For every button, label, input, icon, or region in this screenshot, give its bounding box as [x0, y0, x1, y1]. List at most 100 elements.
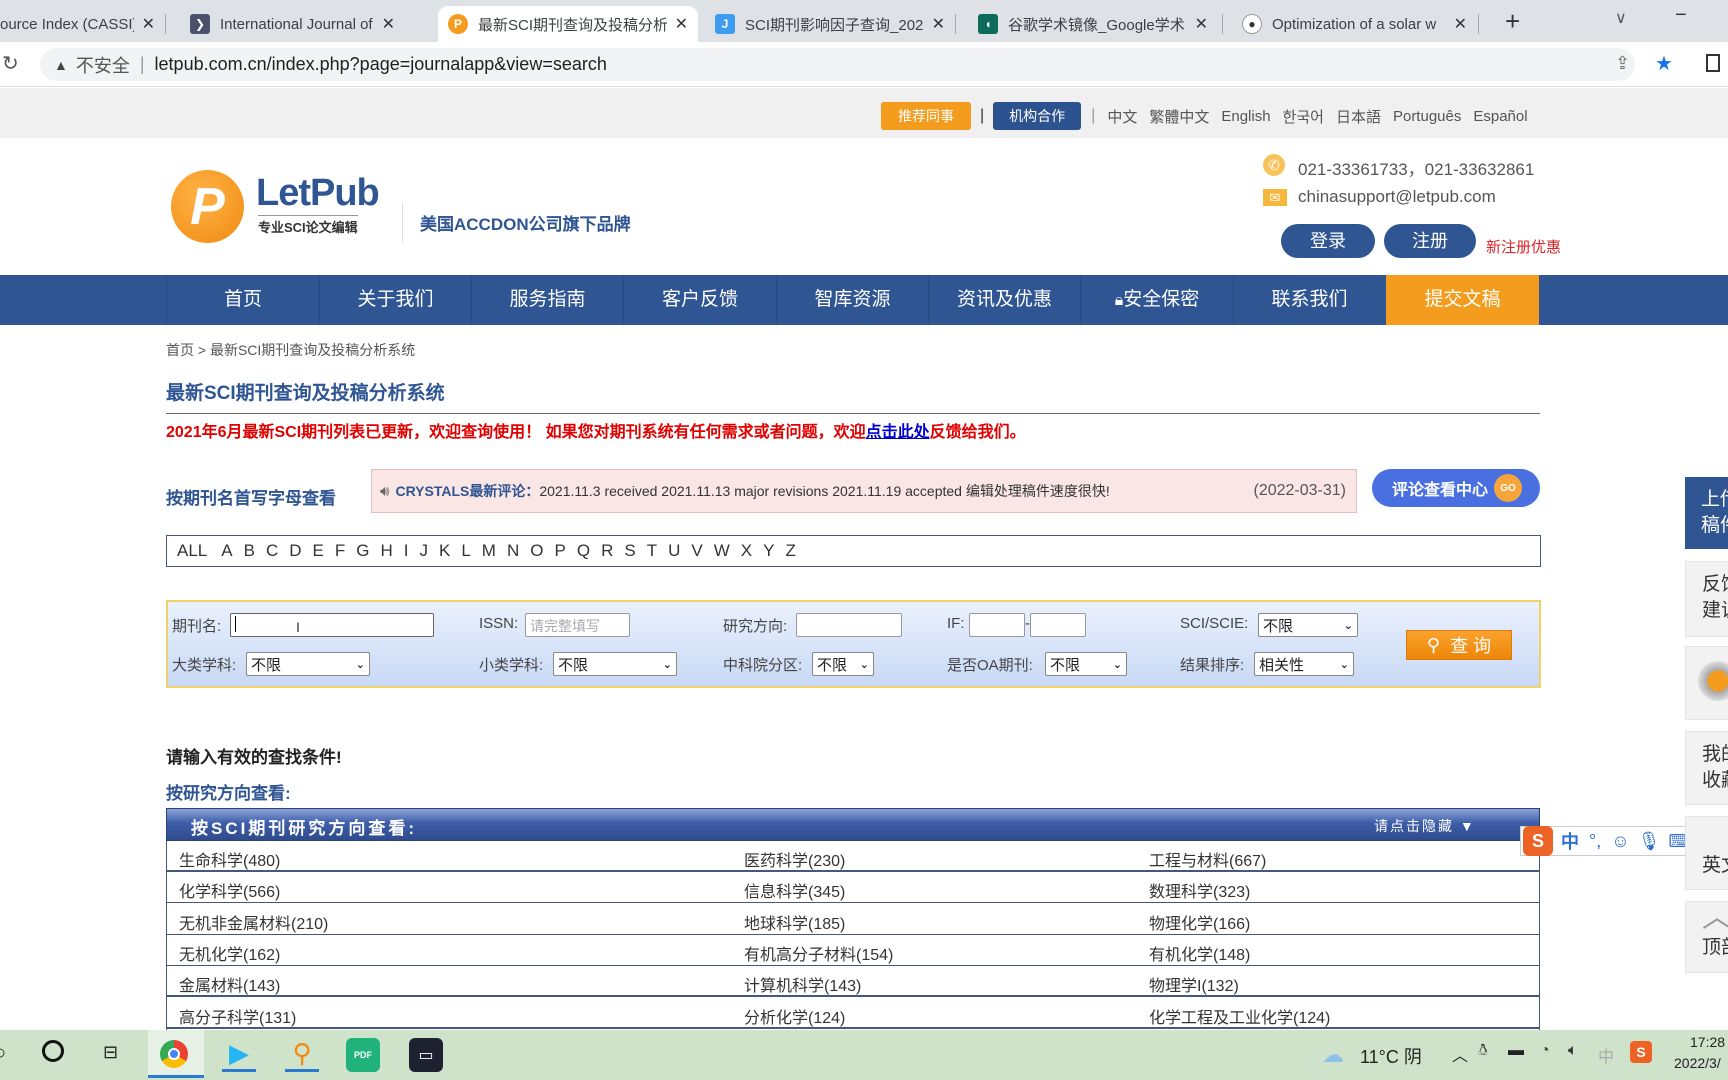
lang-ko[interactable]: 한국어: [1283, 106, 1324, 127]
search-app-icon[interactable]: ⚲: [285, 1038, 319, 1072]
research-field-link[interactable]: 工程与材料(667): [1149, 847, 1266, 871]
research-field-input[interactable]: [796, 613, 902, 637]
tab-international-journal[interactable]: ❯ International Journal of H ✕: [180, 6, 405, 42]
issn-input[interactable]: 请完整填写: [525, 613, 630, 637]
hide-toggle[interactable]: 请点击隐藏 ▼: [1374, 816, 1476, 836]
institution-cooperation-button[interactable]: 机构合作: [993, 102, 1082, 130]
research-field-link[interactable]: 有机化学(148): [1149, 941, 1250, 965]
side-favorites[interactable]: 我的收藏: [1685, 731, 1728, 805]
research-field-link[interactable]: 信息科学(345): [744, 878, 845, 902]
research-field-link[interactable]: 物理化学(166): [1149, 910, 1250, 934]
register-promo-link[interactable]: 新注册优惠: [1486, 236, 1561, 257]
letter-link-v[interactable]: V: [691, 541, 702, 561]
research-field-link[interactable]: 化学工程及工业化学(124): [1149, 1004, 1330, 1028]
volume-icon[interactable]: 🔈︎: [1568, 1042, 1578, 1060]
taskbar-chrome[interactable]: [148, 1030, 204, 1078]
side-feedback[interactable]: 反馈建议: [1685, 561, 1728, 637]
nav-customer-feedback[interactable]: 客户反馈: [623, 275, 776, 325]
cas-zone-select[interactable]: 不限 ⌄: [812, 652, 874, 676]
tab-optimization[interactable]: ● Optimization of a solar w ✕: [1232, 6, 1477, 42]
close-icon[interactable]: ✕: [1454, 14, 1467, 34]
oa-select[interactable]: 不限 ⌄: [1045, 652, 1127, 676]
letter-link-p[interactable]: P: [554, 541, 565, 561]
letter-link-q[interactable]: Q: [577, 541, 590, 561]
nav-home[interactable]: 首页: [166, 275, 319, 325]
tab-sci-impact[interactable]: J SCI期刊影响因子查询_2022 ✕: [705, 6, 955, 42]
letter-link-w[interactable]: W: [714, 541, 730, 561]
recommend-colleague-button[interactable]: 推荐同事: [881, 102, 971, 130]
nav-resources[interactable]: 智库资源: [776, 275, 928, 325]
weather-text[interactable]: 11°C 阴: [1360, 1043, 1422, 1069]
nav-news[interactable]: 资讯及优惠: [928, 275, 1080, 325]
lang-zh-tw[interactable]: 繁體中文: [1149, 106, 1209, 127]
letter-link-k[interactable]: K: [439, 541, 450, 561]
letter-link-i[interactable]: I: [404, 541, 409, 561]
breadcrumb-home[interactable]: 首页: [166, 342, 194, 358]
tab-cassi[interactable]: ource Index (CASSI) ✕: [0, 6, 165, 42]
close-icon[interactable]: ✕: [675, 14, 688, 34]
minimize-icon[interactable]: −: [1675, 4, 1687, 27]
letter-link-x[interactable]: X: [741, 541, 752, 561]
sogou-icon[interactable]: S: [1523, 826, 1553, 856]
qq-icon[interactable]: 🐧︎: [1478, 1042, 1488, 1062]
research-field-link[interactable]: 无机化学(162): [179, 941, 280, 965]
emoji-icon[interactable]: ☺: [1611, 831, 1629, 852]
tab-search-chevron-icon[interactable]: ∨: [1615, 8, 1627, 28]
if-min-input[interactable]: [969, 613, 1025, 637]
side-qr-code[interactable]: [1685, 646, 1728, 720]
letpub-logo-icon[interactable]: P: [171, 170, 244, 243]
sogou-tray-icon[interactable]: S: [1630, 1041, 1652, 1063]
pdf-app-icon[interactable]: PDF: [346, 1038, 380, 1072]
research-field-link[interactable]: 医药科学(230): [744, 847, 845, 871]
if-max-input[interactable]: [1030, 613, 1086, 637]
nav-submit-manuscript[interactable]: 提交文稿: [1386, 275, 1539, 325]
letter-link-a[interactable]: A: [221, 541, 232, 561]
letter-link-all[interactable]: ALL: [177, 541, 207, 561]
tab-google-scholar[interactable]: ◖ 谷歌学术镜像_Google学术 ✕: [968, 6, 1218, 42]
side-back-to-top[interactable]: ︿ 顶部: [1685, 901, 1728, 973]
research-field-link[interactable]: 化学科学(566): [179, 878, 280, 902]
letter-link-t[interactable]: T: [647, 541, 657, 561]
share-icon[interactable]: ⇪: [1615, 53, 1630, 74]
letter-link-s[interactable]: S: [624, 541, 635, 561]
nav-about[interactable]: 关于我们: [319, 275, 471, 325]
ime-mode[interactable]: 中: [1561, 828, 1579, 854]
letter-link-u[interactable]: U: [668, 541, 680, 561]
letter-link-d[interactable]: D: [289, 541, 301, 561]
feedback-link[interactable]: 点击此处: [866, 424, 930, 441]
register-button[interactable]: 注册: [1384, 224, 1476, 258]
microphone-icon[interactable]: 🎙︎: [1638, 831, 1661, 852]
letter-link-g[interactable]: G: [356, 541, 369, 561]
lang-es[interactable]: Español: [1473, 108, 1527, 125]
close-icon[interactable]: ✕: [1195, 14, 1208, 34]
letter-link-l[interactable]: L: [461, 541, 470, 561]
search-icon[interactable]: ○: [0, 1042, 6, 1065]
latest-review-ticker[interactable]: 🔊︎ CRYSTALS最新评论： 2021.11.3 received 2021…: [371, 469, 1357, 513]
url-field[interactable]: ▲ 不安全 | letpub.com.cn/index.php?page=jou…: [40, 48, 1635, 81]
nav-service-guide[interactable]: 服务指南: [471, 275, 623, 325]
search-button[interactable]: ⚲ 查 询: [1406, 630, 1512, 660]
bookmark-star-icon[interactable]: ★: [1655, 51, 1673, 76]
breadcrumb-current[interactable]: 最新SCI期刊查询及投稿分析系统: [210, 342, 415, 358]
research-field-link[interactable]: 无机非金属材料(210): [179, 910, 328, 934]
login-button[interactable]: 登录: [1281, 224, 1375, 258]
wifi-icon[interactable]: ◔: [1540, 1042, 1550, 1060]
research-field-link[interactable]: 分析化学(124): [744, 1004, 845, 1028]
research-field-link[interactable]: 数理科学(323): [1149, 878, 1250, 902]
journal-name-input[interactable]: [230, 613, 434, 637]
video-player-icon[interactable]: ▶: [222, 1038, 256, 1072]
research-field-link[interactable]: 计算机科学(143): [744, 972, 861, 996]
letter-link-c[interactable]: C: [266, 541, 278, 561]
nav-contact[interactable]: 联系我们: [1233, 275, 1385, 325]
research-field-link[interactable]: 金属材料(143): [179, 972, 280, 996]
research-field-link[interactable]: 高分子科学(131): [179, 1004, 296, 1028]
reload-icon[interactable]: ↻: [2, 51, 19, 76]
major-subject-select[interactable]: 不限 ⌄: [246, 652, 370, 676]
letter-link-m[interactable]: M: [482, 541, 496, 561]
lang-pt[interactable]: Português: [1393, 108, 1461, 125]
battery-icon[interactable]: ▬: [1508, 1042, 1524, 1060]
research-field-link[interactable]: 地球科学(185): [744, 910, 845, 934]
sort-select[interactable]: 相关性 ⌄: [1254, 652, 1354, 676]
task-view-icon[interactable]: ⊟: [103, 1042, 118, 1063]
side-panel-icon[interactable]: [1706, 54, 1720, 72]
